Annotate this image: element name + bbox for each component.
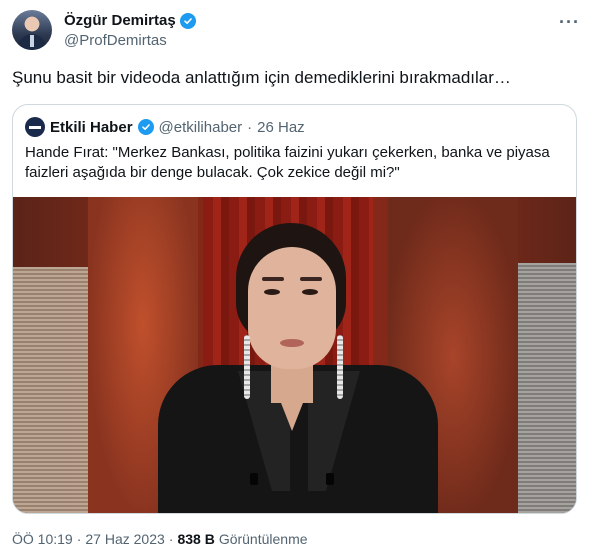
views-label: Görüntülenme: [218, 531, 308, 547]
meta-separator: ·: [76, 531, 82, 547]
quoted-header: Etkili Haber @etkilihaber · 26 Haz: [25, 117, 305, 137]
presenter-figure: [138, 215, 458, 513]
earring-left: [244, 335, 250, 399]
quoted-author-handle[interactable]: @etkilihaber: [159, 119, 243, 136]
brow-left: [262, 277, 284, 281]
meta-separator-2: ·: [168, 531, 174, 547]
quoted-media-image[interactable]: [13, 197, 576, 513]
quoted-tweet[interactable]: Etkili Haber @etkilihaber · 26 Haz Hande…: [12, 104, 577, 514]
author-name[interactable]: Özgür Demirtaş: [64, 12, 176, 29]
tweet-meta: ÖÖ 10:19 · 27 Haz 2023 · 838 B Görüntüle…: [12, 531, 308, 547]
avatar-tie: [30, 35, 34, 47]
tweet-time[interactable]: ÖÖ 10:19: [12, 531, 73, 547]
presenter-lips: [280, 339, 304, 347]
quoted-separator: ·: [247, 118, 253, 136]
quoted-verified-badge-icon[interactable]: [137, 119, 154, 135]
brow-right: [300, 277, 322, 281]
studio-panel-left: [13, 267, 88, 513]
earring-right: [337, 335, 343, 399]
quoted-date[interactable]: 26 Haz: [257, 119, 305, 136]
presenter-neckline: [274, 385, 310, 431]
presenter-face: [248, 247, 336, 369]
lapel-mic-left: [250, 473, 258, 485]
tweet-text: Şunu basit bir videoda anlattığım için d…: [12, 68, 511, 87]
lapel-mic-right: [326, 473, 334, 485]
author-handle[interactable]: @ProfDemirtas: [64, 32, 167, 49]
views-count: 838 B: [177, 531, 215, 547]
eye-right: [302, 289, 318, 295]
jacket-lapel-right: [308, 371, 360, 491]
tweet-date[interactable]: 27 Haz 2023: [85, 531, 164, 547]
studio-panel-right: [518, 263, 576, 513]
author-name-row: Özgür Demirtaş: [64, 12, 196, 29]
author-avatar[interactable]: [12, 10, 52, 50]
more-horizontal-icon[interactable]: ···: [559, 12, 580, 33]
quoted-author-name[interactable]: Etkili Haber: [50, 119, 133, 136]
quoted-avatar[interactable]: [25, 117, 45, 137]
verified-badge-icon[interactable]: [179, 12, 196, 29]
quoted-text: Hande Fırat: "Merkez Bankası, politika f…: [25, 144, 550, 181]
tweet-header: Özgür Demirtaş @ProfDemirtas ···: [12, 10, 584, 54]
eye-left: [264, 289, 280, 295]
